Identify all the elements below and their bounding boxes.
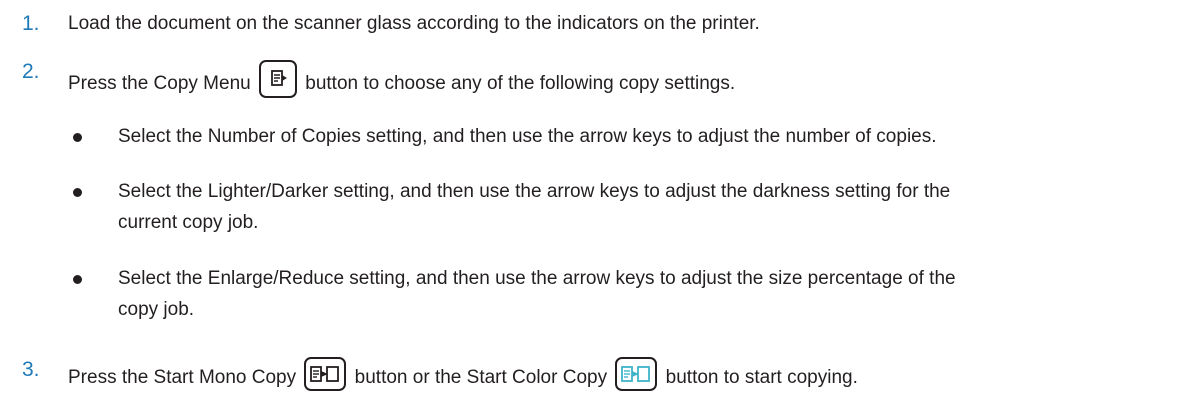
step-text-before: Press the Start Mono Copy xyxy=(68,367,297,388)
bullet-text: Select the Number of Copies setting, and… xyxy=(118,126,937,147)
step-text-before: Press the Copy Menu xyxy=(68,73,251,95)
step-number: 3. xyxy=(22,358,40,381)
bullet-text: Select the Enlarge/Reduce setting, and t… xyxy=(118,265,1188,324)
bullet-dot xyxy=(73,188,82,197)
bullet-line-1: Select the Lighter/Darker setting, and t… xyxy=(118,181,951,202)
step-text-after: button to start copying. xyxy=(665,367,858,388)
step-text: Press the Copy Menu button to choose any… xyxy=(68,60,736,98)
bullet-line-2: current copy job. xyxy=(118,212,259,233)
step-text-middle: button or the Start Color Copy xyxy=(354,367,608,388)
start-color-copy-icon xyxy=(615,356,658,391)
bullet-line-2: copy job. xyxy=(118,299,195,320)
bullet-line-1: Select the Enlarge/Reduce setting, and t… xyxy=(118,268,956,289)
bullet-text: Select the Lighter/Darker setting, and t… xyxy=(118,178,1188,237)
step-text-after: button to choose any of the following co… xyxy=(305,73,736,95)
bullet-dot xyxy=(73,133,82,142)
copy-menu-icon xyxy=(258,60,297,98)
start-mono-copy-icon xyxy=(304,356,347,391)
step-text: Load the document on the scanner glass a… xyxy=(68,13,760,34)
step-text: Press the Start Mono Copy button or the … xyxy=(68,356,858,392)
step-number: 2. xyxy=(22,60,40,83)
bullet-dot xyxy=(73,275,82,284)
step-number: 1. xyxy=(22,12,40,35)
